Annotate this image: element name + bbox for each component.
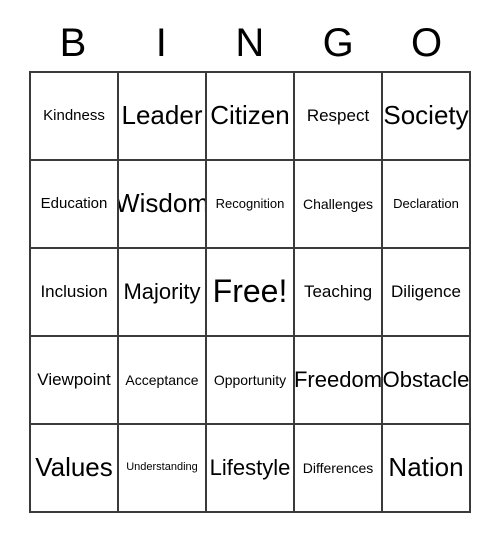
bingo-cell-label: Majority [123, 279, 201, 305]
bingo-cell-label: Freedom [295, 367, 383, 393]
bingo-cell[interactable]: Lifestyle [207, 425, 295, 513]
bingo-cell-label: Leader [121, 100, 203, 131]
bingo-header-letter-n: N [235, 20, 265, 65]
bingo-cell[interactable]: Opportunity [207, 337, 295, 425]
bingo-cell-label: Obstacle [383, 367, 470, 393]
bingo-cell-label: Challenges [302, 195, 374, 212]
bingo-cell[interactable]: Leader [119, 73, 207, 161]
bingo-cell-free[interactable]: Free! [207, 249, 295, 337]
bingo-cell-label: Respect [306, 106, 370, 126]
bingo-cell-label: Lifestyle [209, 455, 291, 481]
bingo-header-letter-o: O [411, 20, 443, 65]
bingo-header-letter-g: G [322, 20, 355, 65]
bingo-cell[interactable]: Diligence [383, 249, 471, 337]
bingo-row: Education Wisdom Recognition Challenges … [31, 161, 471, 249]
bingo-cell-label: Recognition [215, 196, 285, 212]
bingo-cell[interactable]: Values [31, 425, 119, 513]
bingo-cell[interactable]: Respect [295, 73, 383, 161]
bingo-cell[interactable]: Acceptance [119, 337, 207, 425]
bingo-cell-label: Understanding [126, 461, 198, 474]
bingo-cell-label: Declaration [393, 196, 459, 212]
bingo-cell[interactable]: Recognition [207, 161, 295, 249]
bingo-cell[interactable]: Citizen [207, 73, 295, 161]
bingo-cell-label: Society [383, 100, 469, 131]
bingo-cell-label: Values [35, 452, 113, 483]
bingo-cell-label: Viewpoint [37, 370, 111, 390]
bingo-cell[interactable]: Majority [119, 249, 207, 337]
bingo-cell-label: Kindness [43, 107, 105, 125]
bingo-cell[interactable]: Declaration [383, 161, 471, 249]
bingo-grid: Kindness Leader Citizen Respect Society … [29, 71, 471, 513]
bingo-cell-label: Differences [302, 459, 374, 476]
bingo-cell-label: Nation [388, 452, 464, 483]
bingo-card: B I N G O Kindness Leader Citizen Respec… [29, 14, 471, 513]
bingo-cell[interactable]: Viewpoint [31, 337, 119, 425]
bingo-cell-label: Citizen [210, 100, 290, 131]
bingo-cell-label: Wisdom [119, 188, 207, 219]
bingo-cell[interactable]: Obstacle [383, 337, 471, 425]
bingo-cell[interactable]: Differences [295, 425, 383, 513]
bingo-row: Values Understanding Lifestyle Differenc… [31, 425, 471, 513]
bingo-row: Kindness Leader Citizen Respect Society [31, 73, 471, 161]
bingo-cell[interactable]: Freedom [295, 337, 383, 425]
bingo-cell[interactable]: Kindness [31, 73, 119, 161]
bingo-cell-label: Acceptance [125, 371, 199, 388]
bingo-cell[interactable]: Understanding [119, 425, 207, 513]
bingo-cell-label: Education [40, 195, 108, 213]
bingo-cell[interactable]: Teaching [295, 249, 383, 337]
bingo-cell[interactable]: Nation [383, 425, 471, 513]
bingo-cell-label: Free! [212, 273, 288, 310]
bingo-cell[interactable]: Inclusion [31, 249, 119, 337]
bingo-cell[interactable]: Society [383, 73, 471, 161]
bingo-header-letter-i: I [155, 20, 168, 65]
bingo-cell[interactable]: Wisdom [119, 161, 207, 249]
bingo-cell[interactable]: Education [31, 161, 119, 249]
bingo-row: Inclusion Majority Free! Teaching Dilige… [31, 249, 471, 337]
bingo-header: B I N G O [29, 14, 471, 71]
bingo-header-letter-b: B [59, 20, 87, 65]
bingo-row: Viewpoint Acceptance Opportunity Freedom… [31, 337, 471, 425]
bingo-cell-label: Opportunity [213, 371, 287, 388]
bingo-cell-label: Teaching [303, 282, 373, 302]
bingo-cell-label: Inclusion [40, 282, 108, 302]
bingo-cell-label: Diligence [391, 282, 461, 302]
bingo-cell[interactable]: Challenges [295, 161, 383, 249]
